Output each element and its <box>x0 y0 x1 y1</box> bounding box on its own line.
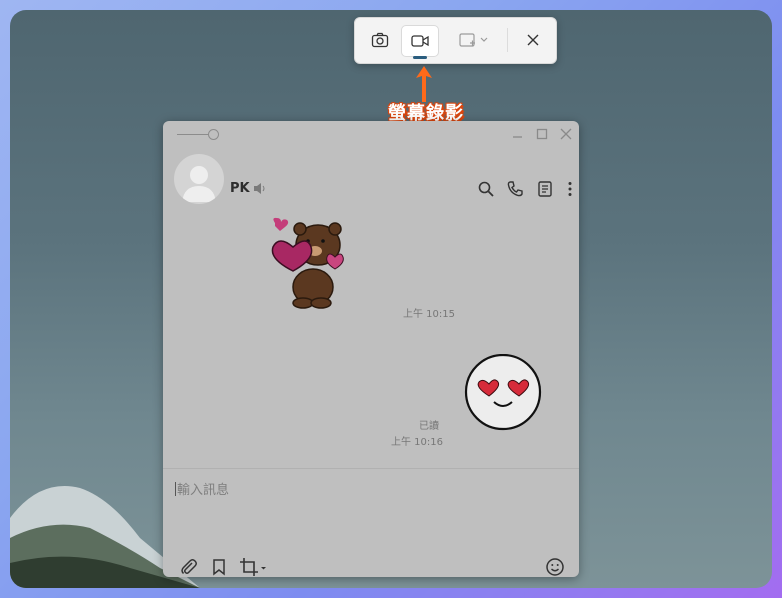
phone-icon[interactable] <box>506 180 524 198</box>
snipping-toolbar <box>354 17 557 64</box>
search-icon[interactable] <box>477 180 495 198</box>
rectangle-mode-icon <box>459 33 488 47</box>
close-button[interactable] <box>517 25 549 55</box>
snip-mode-dropdown[interactable] <box>453 25 495 55</box>
bookmark-icon[interactable] <box>209 557 229 577</box>
contact-name: PK <box>230 181 250 196</box>
message-input[interactable]: 輸入訊息 <box>175 479 565 501</box>
opacity-slider-handle[interactable] <box>208 129 219 140</box>
message-time: 上午 10:15 <box>403 309 455 320</box>
maximize-icon[interactable] <box>534 126 550 142</box>
video-icon <box>411 35 429 47</box>
record-mode-button[interactable] <box>401 25 439 59</box>
input-divider <box>163 468 579 469</box>
active-indicator <box>413 56 427 59</box>
heart-eyes-sticker <box>464 354 542 431</box>
emoji-icon[interactable] <box>545 557 565 577</box>
read-receipt: 已讀 <box>419 421 439 432</box>
title-bar <box>163 121 579 147</box>
attachment-icon[interactable] <box>179 557 199 577</box>
chat-window: PK 上午 10:15 已讀 上午 10:16 輸入訊息 <box>163 121 579 577</box>
toolbar-divider <box>507 28 508 52</box>
desktop-background: 螢幕錄影 PK 上午 10:15 已讀 上午 10:16 輸入訊息 <box>10 10 772 588</box>
bear-heart-sticker <box>271 217 344 309</box>
avatar[interactable] <box>174 154 224 204</box>
screenshot-mode-button[interactable] <box>363 25 397 55</box>
more-options-icon[interactable] <box>561 180 579 198</box>
close-window-icon[interactable] <box>558 126 574 142</box>
minimize-icon[interactable] <box>510 126 526 142</box>
crop-screenshot-icon[interactable] <box>239 557 267 577</box>
chat-header: PK <box>163 151 579 207</box>
message-time: 上午 10:16 <box>391 437 443 448</box>
speaker-icon[interactable] <box>253 182 267 195</box>
camera-icon <box>371 32 389 48</box>
message-placeholder: 輸入訊息 <box>177 483 230 498</box>
close-icon <box>527 34 539 46</box>
notes-icon[interactable] <box>536 180 554 198</box>
